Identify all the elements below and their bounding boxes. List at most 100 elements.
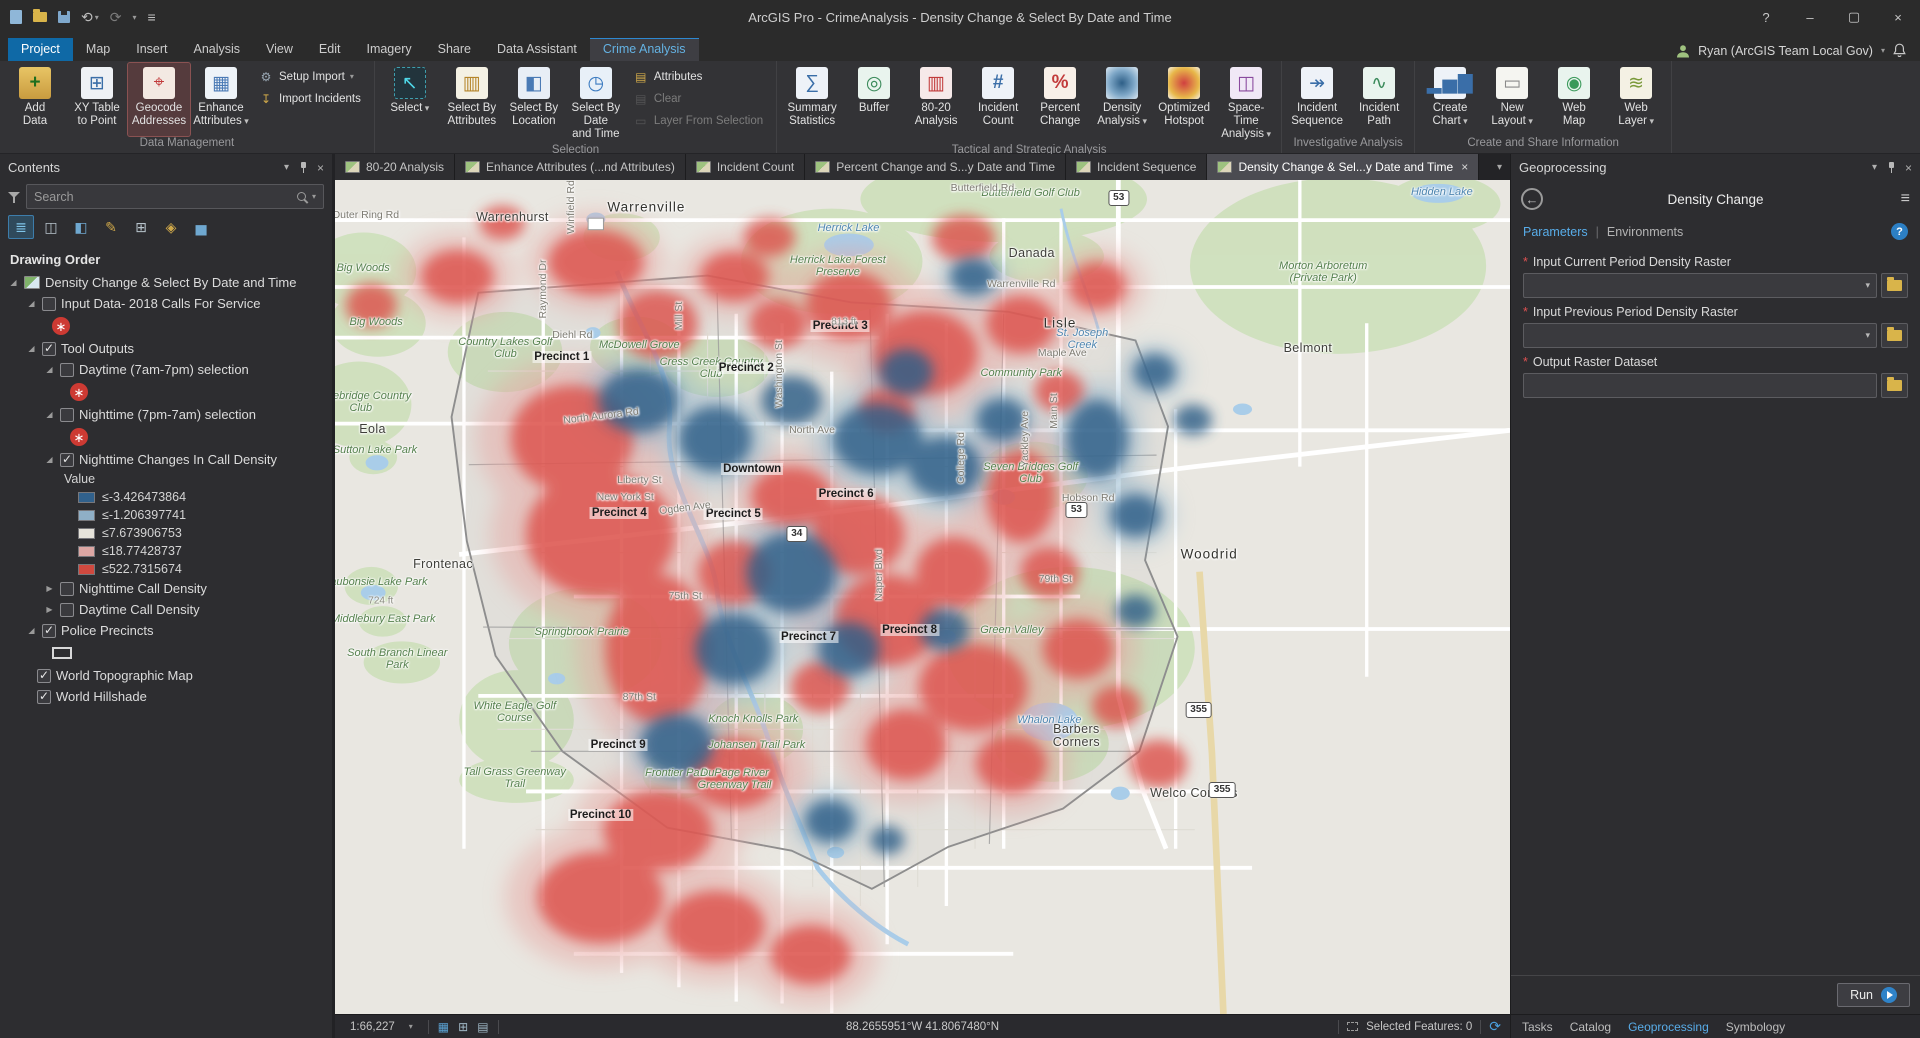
expand-icon[interactable]: ◢ — [44, 365, 55, 374]
refresh-icon[interactable]: ⟳ — [1489, 1018, 1501, 1035]
map-canvas[interactable]: Warrenhurst Warrenville Lisle Belmont Eo… — [335, 180, 1510, 1014]
browse-button[interactable] — [1881, 273, 1908, 298]
layer-item-world-hillshade[interactable]: World Hillshade — [0, 686, 332, 707]
layer-checkbox[interactable] — [37, 690, 51, 704]
tab-data-assistant[interactable]: Data Assistant — [484, 38, 590, 61]
clear-selection-button[interactable]: ▤ Clear — [629, 88, 770, 109]
back-button[interactable]: ← — [1521, 188, 1543, 210]
input-previous-raster-combo[interactable]: ▾ — [1523, 323, 1877, 348]
eighty-twenty-analysis-button[interactable]: ▥ 80-20 Analysis — [905, 63, 967, 143]
account-menu[interactable]: Ryan (ArcGIS Team Local Gov) ▾ — [1676, 43, 1920, 61]
layer-checkbox[interactable] — [42, 297, 56, 311]
gp-pin-icon[interactable] — [1886, 162, 1896, 173]
point-symbol-red-icon[interactable]: ∗ — [70, 428, 88, 446]
tab-imagery[interactable]: Imagery — [353, 38, 424, 61]
legend-swatch[interactable] — [78, 528, 95, 539]
doc-tab-percent-change[interactable]: Percent Change and S...y Date and Time — [805, 154, 1066, 180]
tab-close-icon[interactable]: × — [1461, 160, 1468, 174]
tab-crime-analysis[interactable]: Crime Analysis — [590, 38, 699, 61]
gp-close-icon[interactable]: × — [1905, 161, 1912, 175]
contents-close-icon[interactable]: × — [317, 161, 324, 175]
layer-checkbox[interactable] — [37, 669, 51, 683]
legend-swatch[interactable] — [78, 564, 95, 575]
tab-insert[interactable]: Insert — [123, 38, 180, 61]
tab-list-chevron-icon[interactable]: ▾ — [1489, 154, 1510, 180]
run-button[interactable]: Run — [1837, 983, 1910, 1007]
doc-tab-incident-count[interactable]: Incident Count — [686, 154, 805, 180]
point-symbol-red-icon[interactable]: ∗ — [70, 383, 88, 401]
list-by-drawing-order-icon[interactable]: ≣ — [8, 215, 34, 239]
tab-edit[interactable]: Edit — [306, 38, 354, 61]
expand-icon[interactable]: ◢ — [26, 626, 37, 635]
notifications-bell-icon[interactable] — [1893, 43, 1906, 58]
tab-analysis[interactable]: Analysis — [181, 38, 254, 61]
summary-statistics-button[interactable]: ∑ Summary Statistics — [781, 63, 843, 143]
save-project-icon[interactable] — [58, 11, 70, 23]
input-current-raster-combo[interactable]: ▾ — [1523, 273, 1877, 298]
tab-map[interactable]: Map — [73, 38, 123, 61]
selection-mode-icon[interactable]: ▦ — [438, 1020, 449, 1034]
environments-tab[interactable]: Environments — [1607, 225, 1683, 239]
layer-item-police-precincts[interactable]: ◢ Police Precincts — [0, 620, 332, 641]
list-by-labeling-icon[interactable]: ◈ — [158, 215, 184, 239]
optimized-hotspot-button[interactable]: Optimized Hotspot — [1153, 63, 1215, 143]
web-map-button[interactable]: ◉ Web Map — [1543, 63, 1605, 136]
expand-icon[interactable]: ◢ — [44, 410, 55, 419]
doc-tab-density-change[interactable]: Density Change & Sel...y Date and Time × — [1207, 154, 1479, 180]
search-dropdown-icon[interactable]: ▾ — [312, 192, 316, 201]
expand-icon[interactable]: ◢ — [26, 299, 37, 308]
tab-share[interactable]: Share — [425, 38, 484, 61]
layer-checkbox[interactable] — [60, 408, 74, 422]
snapping-icon[interactable]: ⊞ — [458, 1020, 468, 1034]
ribbon-options-icon[interactable]: ≡ — [148, 9, 156, 25]
select-by-date-and-time-button[interactable]: ◷ Select By Date and Time — [565, 63, 627, 143]
percent-change-button[interactable]: % Percent Change — [1029, 63, 1091, 143]
browse-button[interactable] — [1881, 373, 1908, 398]
contents-menu-icon[interactable]: ▾ — [284, 162, 289, 173]
tab-symbology[interactable]: Symbology — [1726, 1020, 1785, 1034]
gp-menu-icon[interactable]: ▾ — [1872, 162, 1877, 173]
tab-tasks[interactable]: Tasks — [1522, 1020, 1553, 1034]
layer-item-map[interactable]: ◢ Density Change & Select By Date and Ti… — [0, 272, 332, 293]
tool-options-menu-icon[interactable]: ≡ — [1901, 190, 1910, 208]
new-project-icon[interactable] — [10, 10, 22, 24]
outline-symbol-icon[interactable] — [52, 647, 72, 659]
tool-help-icon[interactable]: ? — [1891, 223, 1908, 240]
redo-icon[interactable]: ⟳ — [110, 9, 122, 26]
layer-checkbox[interactable] — [60, 603, 74, 617]
density-analysis-button[interactable]: Density Analysis — [1091, 63, 1153, 143]
help-button[interactable]: ? — [1744, 0, 1788, 34]
setup-import-button[interactable]: ⚙ Setup Import ▾ — [254, 66, 368, 87]
expand-icon[interactable]: ◢ — [8, 278, 19, 287]
legend-swatch[interactable] — [78, 492, 95, 503]
legend-swatch[interactable] — [78, 546, 95, 557]
doc-tab-incident-sequence[interactable]: Incident Sequence — [1066, 154, 1207, 180]
layer-item-tool-outputs[interactable]: ◢ Tool Outputs — [0, 338, 332, 359]
layer-checkbox[interactable] — [42, 624, 56, 638]
web-layer-button[interactable]: ≋ Web Layer — [1605, 63, 1667, 136]
layer-item-nighttime-call-density[interactable]: ▶ Nighttime Call Density — [0, 578, 332, 599]
expand-icon[interactable]: ▶ — [44, 584, 55, 593]
tab-geoprocessing[interactable]: Geoprocessing — [1628, 1020, 1709, 1034]
attributes-button[interactable]: ▤ Attributes — [629, 66, 770, 87]
incident-sequence-button[interactable]: ↠ Incident Sequence — [1286, 63, 1348, 136]
layer-item-world-topographic[interactable]: World Topographic Map — [0, 665, 332, 686]
new-layout-button[interactable]: ▭ New Layout — [1481, 63, 1543, 136]
list-by-selection-icon[interactable]: ◧ — [68, 215, 94, 239]
parameters-tab[interactable]: Parameters — [1523, 225, 1588, 239]
layer-checkbox[interactable] — [60, 453, 74, 467]
browse-button[interactable] — [1881, 323, 1908, 348]
expand-icon[interactable]: ▶ — [44, 605, 55, 614]
enhance-attributes-button[interactable]: ▦ Enhance Attributes — [190, 63, 252, 136]
maximize-button[interactable]: ▢ — [1832, 0, 1876, 34]
select-button[interactable]: ↖ Select — [379, 63, 441, 143]
list-by-charts-icon[interactable]: ▅ — [188, 215, 214, 239]
open-project-icon[interactable] — [33, 12, 47, 22]
undo-icon[interactable]: ⟲▾ — [81, 9, 99, 26]
point-symbol-red-icon[interactable]: ∗ — [52, 317, 70, 335]
layer-checkbox[interactable] — [60, 363, 74, 377]
geocode-addresses-button[interactable]: ⌖ Geocode Addresses — [128, 63, 190, 136]
incident-path-button[interactable]: ∿ Incident Path — [1348, 63, 1410, 136]
select-by-attributes-button[interactable]: ▥ Select By Attributes — [441, 63, 503, 143]
expand-icon[interactable]: ◢ — [44, 455, 55, 464]
